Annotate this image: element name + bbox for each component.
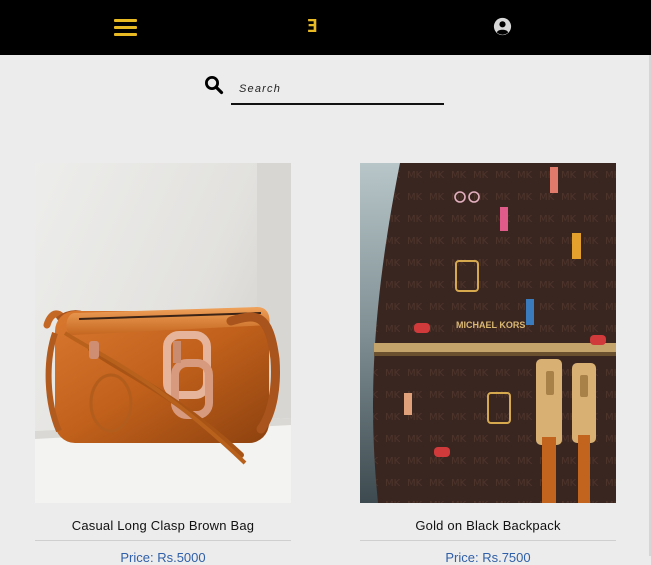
brand-logo[interactable]: Ǝ xyxy=(300,14,324,40)
search-input[interactable] xyxy=(231,77,444,101)
svg-text:MICHAEL KORS: MICHAEL KORS xyxy=(456,320,525,330)
product-price: Price: Rs.7500 xyxy=(445,550,531,565)
product-price: Price: Rs.5000 xyxy=(120,550,206,565)
search-field xyxy=(231,75,444,105)
user-circle-icon[interactable] xyxy=(493,17,512,36)
product-card[interactable]: MK MICHAEL KORS xyxy=(360,163,616,565)
hamburger-menu-icon[interactable] xyxy=(114,17,138,37)
product-image[interactable] xyxy=(35,163,291,503)
product-image[interactable]: MK MICHAEL KORS xyxy=(360,163,616,503)
divider xyxy=(360,540,616,541)
product-name[interactable]: Gold on Black Backpack xyxy=(360,518,616,533)
product-name[interactable]: Casual Long Clasp Brown Bag xyxy=(35,518,291,533)
top-navigation-bar: Ǝ xyxy=(0,0,651,55)
product-card[interactable]: Casual Long Clasp Brown Bag Price: Rs.50… xyxy=(35,163,291,565)
search-icon[interactable] xyxy=(204,75,224,95)
divider xyxy=(35,540,291,541)
